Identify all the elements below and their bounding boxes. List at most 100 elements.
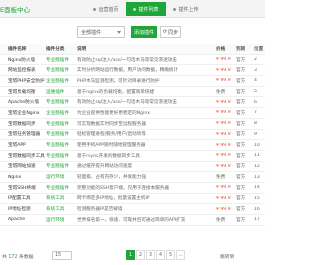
plugin-expiry: 官方 xyxy=(236,100,246,106)
plugin-category[interactable]: 专业版插件 xyxy=(46,99,77,105)
plugin-description: 为企业提供性能更好更稳定的Nginx xyxy=(77,110,150,116)
plugin-name: 宝塔任务管理器 xyxy=(8,132,41,138)
plugin-category[interactable]: 运维插件 xyxy=(46,89,77,95)
plugin-position: 8 xyxy=(254,121,257,127)
plugin-expiry: 官方 xyxy=(236,68,246,74)
toolbar: 全部插件 添加插件 ⟳ 同步 xyxy=(0,26,265,40)
plugin-price: ¥ 99.9 xyxy=(216,57,231,63)
plugin-category[interactable]: 专业版插件 xyxy=(46,121,77,127)
table-row[interactable]: 宝塔APP 专业版插件 使用手机APP随时随地管理服务器 ¥ 99.9 官方 10 xyxy=(0,140,265,151)
page-ellipsis: ... xyxy=(176,250,185,260)
plugin-category[interactable]: 企业版插件 xyxy=(46,110,77,116)
plugin-category[interactable]: 专业版插件 xyxy=(46,185,77,191)
plugin-expiry: 官方 xyxy=(236,143,246,149)
table-header: 插件名称 插件分类 说明 价格 到期 位置 xyxy=(0,44,265,55)
list-icon xyxy=(133,7,137,11)
plugin-expiry: 官方 xyxy=(236,175,246,181)
table-row[interactable]: 宝塔网站加速 专业版插件 通过缓存提升网站访问速度 ¥ 99.9 官方 12 xyxy=(0,162,265,173)
plugin-category[interactable]: 系统工具 xyxy=(46,206,77,212)
goto-page[interactable]: 跳转到 xyxy=(220,253,234,260)
tab-plugin-upload[interactable]: 插件上传 xyxy=(166,2,206,16)
page-5-button[interactable]: 5 xyxy=(166,250,175,260)
plugin-price: 免费 xyxy=(216,175,226,181)
tab-plugin-list[interactable]: 插件列表 xyxy=(126,2,166,16)
plugin-description: 使用手机APP随时随地管理服务器 xyxy=(77,143,146,149)
page-1-button[interactable]: 1 xyxy=(126,250,135,260)
table-row[interactable]: 宝塔PHP安全防护 企业版插件 PHP木马监测检测，可针对目录进行防护 ¥ 99.9 官… xyxy=(0,76,265,87)
total-count: 共 172 条数据 xyxy=(2,255,34,260)
sync-button[interactable]: ⟳ 同步 xyxy=(160,26,181,38)
plugin-expiry: 官方 xyxy=(236,78,246,84)
plugin-description: 检测服务器IP是否被墙 xyxy=(77,207,123,213)
plugin-position: 5 xyxy=(254,89,257,95)
plugin-price: ¥ 99.9 xyxy=(216,153,231,159)
plugin-position: 3 xyxy=(254,67,257,73)
plugin-description: PHP木马监测检测，可针对目录进行防护 xyxy=(77,78,160,84)
table-row[interactable]: Nginx防火墙 专业版插件 有效防止sql注入/xss/一句话木马等常见渗透攻击 ¥… xyxy=(0,55,265,66)
plugin-expiry: 官方 xyxy=(236,196,246,202)
plugin-table: 插件名称 插件分类 说明 价格 到期 位置 Nginx防火墙 专业版插件 有效防止s… xyxy=(0,44,265,226)
plugin-category[interactable]: 运行环境 xyxy=(46,217,77,223)
plugin-expiry: 官方 xyxy=(236,185,246,191)
plugin-description: 基于rsync开发的数据同步工具 xyxy=(77,153,140,159)
plugin-category[interactable]: 专业版插件 xyxy=(46,153,77,159)
plugin-price: ¥ 99.9 xyxy=(216,110,231,116)
table-row[interactable]: IP地址检测 系统工具 检测服务器IP是否被墙 ¥ 99.9 官方 16 xyxy=(0,204,265,215)
plugin-position: 10 xyxy=(254,142,260,148)
plugin-name: 宝塔SSH终端 xyxy=(8,185,36,191)
plugin-description: 基于nginx的负载均衡，配置简单快捷 xyxy=(77,89,155,95)
plugin-position: 11 xyxy=(254,153,260,159)
table-row[interactable]: 宝塔数据同步 专业版插件 可实现数据实时同步至远程服务器 ¥ 99.9 官方 8 xyxy=(0,119,265,130)
add-plugin-button[interactable]: 添加插件 xyxy=(131,26,157,38)
table-row[interactable]: Apache 运行环境 世界排名第一，快速、可靠并且可通过简单的API扩充 免费 官方 1… xyxy=(0,215,265,226)
table-row[interactable]: Apache防火墙 专业版插件 有效防止sql注入/xss/一句话木马等常见渗透攻击… xyxy=(0,97,265,109)
plugin-position: 16 xyxy=(254,206,260,212)
plugin-description: 可实现数据实时同步至远程服务器 xyxy=(77,121,146,127)
plugin-name: 宝塔PHP安全防护 xyxy=(8,78,45,84)
plugin-description: 轻松管理进程/服务/用户/启动项等 xyxy=(77,132,146,138)
plugin-name: 宝塔企业Nginx xyxy=(8,110,40,116)
table-row[interactable]: 宝塔SSH终端 专业版插件 完整功能的SSH客户端，仅用于连接本服务器 ¥ 99.9 官… xyxy=(0,183,265,194)
plugin-price: ¥ 99.9 xyxy=(216,99,231,105)
top-bar: E面板中心 运营首页 插件列表 插件上传 xyxy=(0,0,265,18)
plugin-name: 宝塔负载均衡 xyxy=(8,89,36,95)
plugin-expiry: 官方 xyxy=(236,121,246,127)
plugin-category[interactable]: 运行环境 xyxy=(46,174,77,180)
plugin-category[interactable]: 专业版插件 xyxy=(46,67,77,73)
plugin-category[interactable]: 专业版插件 xyxy=(46,131,77,137)
category-select[interactable]: 全部插件 xyxy=(77,26,125,38)
plugin-category[interactable]: 企业版插件 xyxy=(46,78,77,84)
plugin-name: 宝塔网站加速 xyxy=(8,164,36,170)
plugin-name: Apache防火墙 xyxy=(8,100,39,106)
plugin-name: Nginx防火墙 xyxy=(8,57,36,63)
plugin-name: 宝塔数据同步工具 xyxy=(8,153,45,159)
table-row[interactable]: 宝塔数据同步工具 专业版插件 基于rsync开发的数据同步工具 ¥ 99.9 官方 11 xyxy=(0,151,265,162)
plugin-category[interactable]: 专业版插件 xyxy=(46,57,77,63)
plugin-category[interactable]: 专业版插件 xyxy=(46,142,77,148)
table-row[interactable]: Nginx 运行环境 轻量级，占有内存少，并发能力强 免费 官方 13 xyxy=(0,172,265,183)
tab-dashboard[interactable]: 运营首页 xyxy=(86,2,126,16)
page-4-button[interactable]: 4 xyxy=(156,250,165,260)
table-row[interactable]: IP配置工具 系统工具 网卡绑定多IP地址，批量设置主机IP ¥ 99.9 官方 15 xyxy=(0,194,265,205)
plugin-category[interactable]: 专业版插件 xyxy=(46,163,77,169)
plugin-price: ¥ 99.9 xyxy=(216,206,231,212)
page-size-select[interactable]: 15 xyxy=(52,251,72,260)
table-row[interactable]: 宝塔任务管理器 专业版插件 轻松管理进程/服务/用户/启动项等 ¥ 99.9 官方 9 xyxy=(0,130,265,141)
plugin-position: 15 xyxy=(254,195,260,201)
plugin-position: 7 xyxy=(254,110,257,116)
refresh-icon: ⟳ xyxy=(162,29,168,35)
plugin-description: 世界排名第一，快速、可靠并且可通过简单的API扩充 xyxy=(77,217,186,223)
table-row[interactable]: 宝塔负载均衡 运维插件 基于nginx的负载均衡，配置简单快捷 免费 官方 5 xyxy=(0,87,265,98)
app-title: E面板中心 xyxy=(0,6,31,14)
plugin-description: 通过缓存提升网站访问速度 xyxy=(77,164,133,170)
plugin-category[interactable]: 系统工具 xyxy=(46,195,77,201)
table-row[interactable]: 网站监控报表 专业版插件 实时分析网站运行数据，用户访问数据，精确统计 ¥ 99.9 官… xyxy=(0,65,265,77)
plugin-expiry: 官方 xyxy=(236,110,246,116)
plugin-expiry: 官方 xyxy=(236,164,246,170)
plugin-position: 17 xyxy=(254,217,260,223)
page-2-button[interactable]: 2 xyxy=(136,250,145,260)
plugin-expiry: 官方 xyxy=(236,57,246,63)
table-row[interactable]: 宝塔企业Nginx 企业版插件 为企业提供性能更好更稳定的Nginx ¥ 99.9 官方… xyxy=(0,108,265,119)
page-3-button[interactable]: 3 xyxy=(146,250,155,260)
plugin-price: ¥ 99.9 xyxy=(216,142,231,148)
